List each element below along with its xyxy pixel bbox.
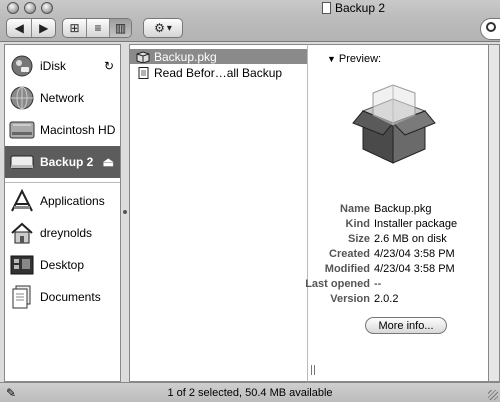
sidebar-item-label: Backup 2 bbox=[40, 155, 94, 169]
eject-icon[interactable]: ⏏ bbox=[103, 155, 114, 169]
hard-drive-icon bbox=[9, 117, 35, 143]
sidebar-item-label: Network bbox=[40, 91, 85, 105]
resize-grip-icon bbox=[311, 365, 315, 375]
sidebar-item-label: dreynolds bbox=[40, 226, 93, 240]
sidebar-divider bbox=[5, 182, 120, 183]
forward-button[interactable]: ▶ bbox=[31, 19, 55, 37]
column-view-icon: ▥ bbox=[114, 21, 127, 35]
column-resize-handle[interactable] bbox=[307, 44, 317, 382]
gear-icon: ⚙ bbox=[154, 21, 165, 35]
action-menu-button[interactable]: ⚙ ▾ bbox=[143, 18, 183, 38]
search-field[interactable] bbox=[480, 18, 500, 40]
desktop-icon bbox=[9, 252, 35, 278]
network-globe-icon bbox=[9, 85, 35, 111]
file-column: Backup.pkg Read Befor…all Backup bbox=[129, 44, 307, 382]
back-arrow-icon: ◀ bbox=[14, 21, 24, 35]
sidebar-item-idisk[interactable]: iDisk ↻ bbox=[5, 50, 120, 82]
removable-disk-icon bbox=[9, 149, 35, 175]
search-icon bbox=[486, 22, 496, 32]
column-view-button[interactable]: ▥ bbox=[109, 19, 131, 37]
info-row-name: Name Backup.pkg bbox=[340, 203, 432, 215]
resize-grip-icon[interactable] bbox=[488, 390, 498, 400]
title-toolbar-area: Backup 2 ◀ ▶ ⊞ ≡ ▥ ⚙ ▾ bbox=[0, 0, 500, 42]
close-button[interactable] bbox=[7, 2, 19, 14]
minimize-button[interactable] bbox=[24, 2, 36, 14]
sidebar-item-network[interactable]: Network bbox=[5, 82, 120, 114]
sidebar-item-label: iDisk bbox=[40, 59, 66, 73]
back-forward-control: ◀ ▶ bbox=[6, 18, 56, 38]
splitter-handle-icon bbox=[123, 210, 127, 214]
forward-arrow-icon: ▶ bbox=[39, 21, 49, 35]
action-menu-content: ⚙ ▾ bbox=[144, 19, 182, 37]
applications-icon bbox=[9, 188, 35, 214]
info-row-modified: Modified 4/23/04 3:58 PM bbox=[324, 263, 455, 275]
info-row-created: Created 4/23/04 3:58 PM bbox=[329, 248, 455, 260]
more-info-button[interactable]: More info... bbox=[365, 317, 447, 334]
chevron-down-icon: ▾ bbox=[166, 22, 172, 34]
sync-icon[interactable]: ↻ bbox=[104, 59, 114, 73]
sidebar-splitter[interactable] bbox=[121, 44, 129, 382]
file-name: Backup.pkg bbox=[154, 49, 217, 64]
sidebar-item-label: Applications bbox=[40, 194, 105, 208]
preview-header[interactable]: ▼ Preview: bbox=[327, 53, 381, 65]
sidebar-item-label: Desktop bbox=[40, 258, 85, 272]
status-bar: ✎ 1 of 2 selected, 50.4 MB available bbox=[0, 382, 500, 402]
sidebar-item-label: Macintosh HD bbox=[40, 123, 116, 137]
sidebar: iDisk ↻ Network Macintosh HD Backup 2 ⏏ bbox=[4, 44, 121, 382]
view-mode-control: ⊞ ≡ ▥ bbox=[62, 18, 132, 38]
info-row-version: Version 2.0.2 bbox=[330, 293, 399, 305]
sidebar-item-backup-2[interactable]: Backup 2 ⏏ bbox=[5, 146, 120, 178]
installer-package-icon bbox=[352, 84, 436, 164]
disk-title-icon bbox=[322, 2, 331, 14]
back-button[interactable]: ◀ bbox=[7, 19, 31, 37]
idisk-icon bbox=[9, 53, 35, 79]
info-row-last-opened: Last opened -- bbox=[305, 278, 382, 290]
sidebar-item-label: Documents bbox=[40, 290, 101, 304]
zoom-button[interactable] bbox=[41, 2, 53, 14]
finder-window: Backup 2 ◀ ▶ ⊞ ≡ ▥ ⚙ ▾ iDisk ↻ Network M… bbox=[0, 0, 500, 402]
icon-view-button[interactable]: ⊞ bbox=[63, 19, 86, 37]
documents-icon bbox=[9, 284, 35, 310]
window-title: Backup 2 bbox=[322, 0, 385, 16]
sidebar-item-macintosh-hd[interactable]: Macintosh HD bbox=[5, 114, 120, 146]
document-icon bbox=[136, 66, 150, 79]
sidebar-item-applications[interactable]: Applications bbox=[5, 185, 120, 217]
sidebar-item-dreynolds[interactable]: dreynolds bbox=[5, 217, 120, 249]
sidebar-item-desktop[interactable]: Desktop bbox=[5, 249, 120, 281]
info-row-kind: Kind Installer package bbox=[345, 218, 458, 230]
icon-view-icon: ⊞ bbox=[69, 21, 80, 35]
preview-column: ▼ Preview: Name Backup.pkg Kind Installer… bbox=[305, 44, 489, 382]
status-text: 1 of 2 selected, 50.4 MB available bbox=[167, 387, 333, 399]
info-row-size: Size 2.6 MB on disk bbox=[347, 233, 447, 245]
disclosure-triangle-icon: ▼ bbox=[327, 54, 336, 64]
home-icon bbox=[9, 220, 35, 246]
file-row-backup-pkg[interactable]: Backup.pkg bbox=[130, 49, 307, 64]
package-icon bbox=[136, 50, 150, 63]
file-row-read-before[interactable]: Read Befor…all Backup bbox=[130, 65, 307, 80]
list-view-icon: ≡ bbox=[94, 21, 102, 35]
sidebar-item-documents[interactable]: Documents bbox=[5, 281, 120, 313]
list-view-button[interactable]: ≡ bbox=[86, 19, 109, 37]
vertical-scrollbar[interactable] bbox=[489, 44, 500, 382]
file-name: Read Befor…all Backup bbox=[154, 65, 283, 80]
